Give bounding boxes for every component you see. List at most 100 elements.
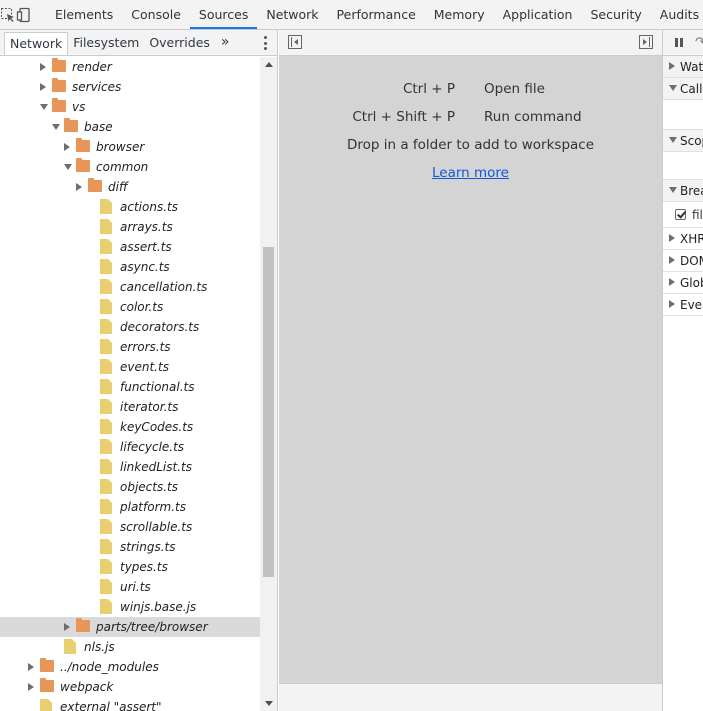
tree-file-row[interactable]: event.ts [0, 357, 261, 377]
expand-arrow-down-icon[interactable] [52, 124, 60, 130]
tree-folder-row[interactable]: common [0, 157, 261, 177]
tree-item-label: base [84, 120, 113, 134]
expand-arrow-down-icon[interactable] [64, 164, 72, 170]
scope-body [663, 152, 703, 180]
tab-performance[interactable]: Performance [328, 0, 425, 29]
tree-file-row[interactable]: scrollable.ts [0, 517, 261, 537]
tree-item-label: vs [72, 100, 86, 114]
scroll-up-icon[interactable] [265, 62, 273, 67]
tree-folder-row[interactable]: ../node_modules [0, 657, 261, 677]
tree-file-row[interactable]: async.ts [0, 257, 261, 277]
folder-icon [52, 98, 66, 112]
device-toolbar-icon[interactable] [16, 0, 32, 29]
tree-folder-row[interactable]: services [0, 77, 261, 97]
tree-folder-row[interactable]: vs [0, 97, 261, 117]
expand-arrow-down-icon[interactable] [40, 104, 48, 110]
scroll-down-icon[interactable] [265, 701, 273, 706]
tree-item-label: async.ts [120, 260, 170, 274]
section-xhr-breakpoints[interactable]: XHR/fetch Breakpoints [663, 228, 703, 250]
navigator-panel: Network Filesystem Overrides » render ser… [0, 30, 278, 711]
tree-folder-row[interactable]: webpack [0, 677, 261, 697]
toggle-navigator-icon[interactable] [288, 35, 302, 49]
tab-sources[interactable]: Sources [189, 0, 258, 29]
expand-arrow-right-icon[interactable] [28, 683, 34, 691]
tree-file-row[interactable]: cancellation.ts [0, 277, 261, 297]
folder-icon [40, 678, 54, 692]
tree-file-row[interactable]: functional.ts [0, 377, 261, 397]
section-label: Call Stack [680, 82, 703, 96]
section-watch[interactable]: Watch [663, 56, 703, 78]
tree-file-row[interactable]: strings.ts [0, 537, 261, 557]
tab-memory[interactable]: Memory [425, 0, 494, 29]
tree-file-row[interactable]: arrays.ts [0, 217, 261, 237]
debugger-panel: ↷ Watch Call Stack Scope Breakpoints fil… [662, 30, 703, 711]
file-icon [100, 399, 112, 414]
tree-file-row[interactable]: winjs.base.js [0, 597, 261, 617]
tab-application[interactable]: Application [494, 0, 582, 29]
tree-item-label: strings.ts [120, 540, 176, 554]
nav-tab-network[interactable]: Network [4, 32, 69, 55]
nav-tab-filesystem[interactable]: Filesystem [68, 30, 144, 55]
section-label: DOM Breakpoints [680, 254, 703, 268]
tree-folder-row[interactable]: render [0, 57, 261, 77]
tree-item-label: decorators.ts [120, 320, 200, 334]
tab-elements[interactable]: Elements [46, 0, 122, 29]
tree-item-label: event.ts [120, 360, 169, 374]
tree-item-label: scrollable.ts [120, 520, 193, 534]
toggle-debugger-icon[interactable] [639, 35, 653, 49]
tree-file-row[interactable]: iterator.ts [0, 397, 261, 417]
section-call-stack[interactable]: Call Stack [663, 78, 703, 100]
learn-more-link[interactable]: Learn more [279, 165, 662, 181]
expand-arrow-right-icon[interactable] [40, 83, 46, 91]
section-global-listeners[interactable]: Global Listeners [663, 272, 703, 294]
tree-item-label: webpack [60, 680, 114, 694]
tree-folder-row[interactable]: diff [0, 177, 261, 197]
navigator-scrollbar[interactable] [260, 57, 277, 711]
section-dom-breakpoints[interactable]: DOM Breakpoints [663, 250, 703, 272]
tree-item-label: types.ts [120, 560, 168, 574]
tree-file-row[interactable]: color.ts [0, 297, 261, 317]
tree-file-row[interactable]: actions.ts [0, 197, 261, 217]
more-tabs-icon[interactable]: » [215, 30, 236, 55]
expand-arrow-right-icon[interactable] [28, 663, 34, 671]
tree-file-row[interactable]: decorators.ts [0, 317, 261, 337]
tree-folder-row[interactable]: base [0, 117, 261, 137]
section-event-listener-breakpoints[interactable]: Event Listener Breakpoints [663, 294, 703, 316]
nav-tab-overrides[interactable]: Overrides [144, 30, 215, 55]
step-over-icon[interactable]: ↷ [695, 35, 703, 50]
tree-file-row[interactable]: types.ts [0, 557, 261, 577]
pause-icon[interactable] [675, 38, 683, 47]
file-icon [100, 259, 112, 274]
expand-arrow-right-icon[interactable] [64, 623, 70, 631]
scrollbar-thumb[interactable] [263, 247, 274, 577]
inspect-element-icon[interactable] [0, 0, 16, 29]
tree-folder-row[interactable]: browser [0, 137, 261, 157]
navigator-menu-icon[interactable] [261, 34, 269, 52]
tree-file-row[interactable]: objects.ts [0, 477, 261, 497]
section-label: Watch [680, 60, 703, 74]
tree-file-row[interactable]: errors.ts [0, 337, 261, 357]
tab-audits[interactable]: Audits [651, 0, 703, 29]
workspace-hint: Drop in a folder to add to workspace [346, 137, 595, 153]
tab-console[interactable]: Console [122, 0, 190, 29]
expand-arrow-right-icon[interactable] [64, 143, 70, 151]
tab-security[interactable]: Security [581, 0, 650, 29]
tree-folder-row[interactable]: parts/tree/browser [0, 617, 261, 637]
section-breakpoints[interactable]: Breakpoints [663, 180, 703, 202]
expand-arrow-right-icon[interactable] [76, 183, 82, 191]
tree-file-row[interactable]: uri.ts [0, 577, 261, 597]
section-scope[interactable]: Scope [663, 130, 703, 152]
tree-file-row[interactable]: nls.js [0, 637, 261, 657]
breakpoint-item[interactable]: file [663, 202, 703, 228]
folder-icon [40, 658, 54, 672]
tree-file-row[interactable]: lifecycle.ts [0, 437, 261, 457]
tree-file-row[interactable]: platform.ts [0, 497, 261, 517]
tree-file-row[interactable]: keyCodes.ts [0, 417, 261, 437]
file-icon [100, 419, 112, 434]
expand-arrow-right-icon[interactable] [40, 63, 46, 71]
tree-file-row[interactable]: external "assert" [0, 697, 261, 711]
tab-network[interactable]: Network [257, 0, 327, 29]
tree-file-row[interactable]: assert.ts [0, 237, 261, 257]
breakpoint-checkbox[interactable] [675, 209, 686, 220]
tree-file-row[interactable]: linkedList.ts [0, 457, 261, 477]
